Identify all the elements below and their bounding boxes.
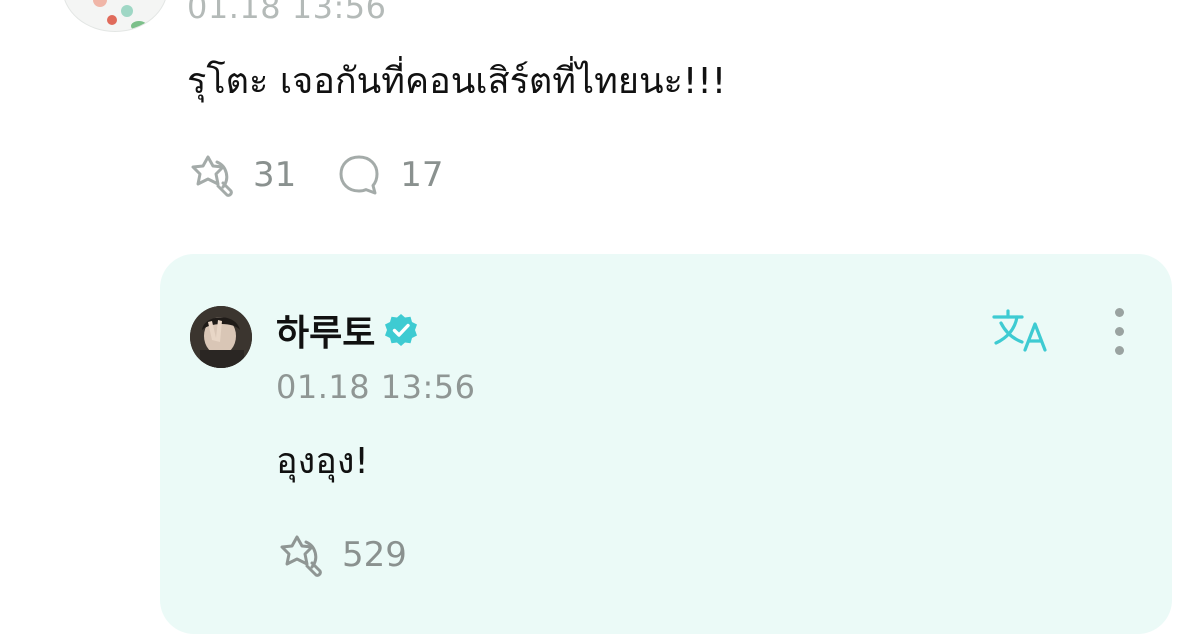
comment-thread: 01.18 13:56 รุโตะ เจอกันที่คอนเสิร์ตที่ไ…	[0, 0, 1200, 638]
reply-count: 17	[400, 155, 444, 195]
artist-name[interactable]: 하루토	[276, 304, 375, 356]
reply-text: อุงอุง!	[276, 441, 369, 482]
translate-button[interactable]	[992, 308, 1054, 358]
reply-actions: 529	[276, 530, 407, 580]
more-options-icon	[1115, 308, 1124, 317]
artist-reply-card: 하루토 01.18 13:56 อุงอุง! 529	[160, 254, 1172, 634]
reply-timestamp: 01.18 13:56	[276, 368, 476, 406]
comment-text: รุโตะ เจอกันที่คอนเสิร์ตที่ไทยนะ!!!	[187, 61, 727, 102]
commenter-avatar[interactable]	[62, 0, 168, 32]
reply-like-button[interactable]: 529	[276, 532, 407, 578]
reply-like-count: 529	[342, 535, 407, 575]
comment-like-button[interactable]: 31	[187, 152, 296, 198]
comment-actions: 31 17	[187, 150, 444, 200]
verified-badge-icon	[385, 314, 418, 346]
like-icon	[191, 155, 233, 197]
artist-photo	[190, 306, 252, 368]
comment-icon	[339, 155, 379, 195]
like-count: 31	[253, 155, 297, 195]
artist-avatar[interactable]	[190, 306, 252, 368]
comment-reply-button[interactable]: 17	[336, 152, 444, 198]
comment-timestamp: 01.18 13:56	[187, 0, 387, 26]
more-options-button[interactable]	[1106, 308, 1134, 356]
translate-icon	[992, 309, 1047, 352]
like-icon	[280, 535, 322, 577]
artist-header: 하루토	[276, 304, 419, 356]
